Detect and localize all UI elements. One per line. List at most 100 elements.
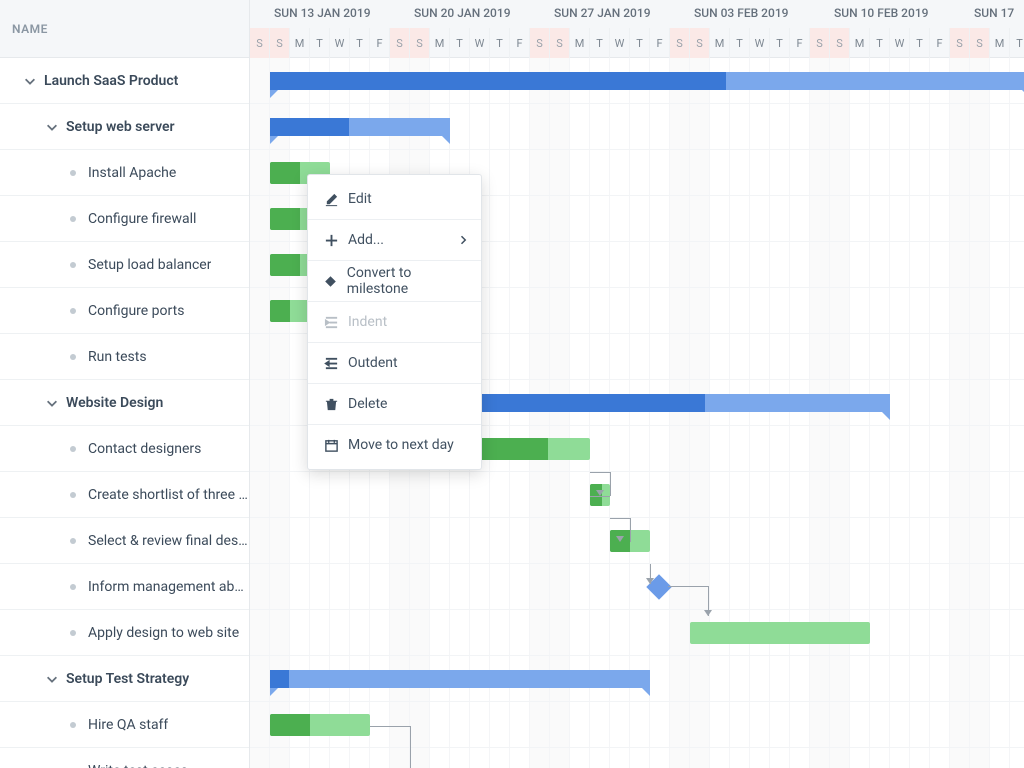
menu-item-convert-to-milestone[interactable]: Convert to milestone (308, 261, 481, 301)
menu-item-label: Delete (348, 396, 387, 412)
context-menu[interactable]: Edit Add... Convert to milestoneIndent Outd… (307, 174, 482, 470)
task-row[interactable]: Inform management about decision (0, 564, 249, 610)
task-row[interactable]: Create shortlist of three designers (0, 472, 249, 518)
bullet-icon (70, 722, 76, 728)
gantt-app: NAME Launch SaaS Product Setup web server… (0, 0, 1024, 768)
plus-icon (320, 233, 342, 248)
bullet-icon (70, 538, 76, 544)
menu-item-outdent[interactable]: Outdent (308, 343, 481, 383)
progress-fill (270, 72, 726, 90)
day-header-cell: T (870, 28, 890, 58)
progress-fill (270, 670, 289, 688)
day-header-cell: S (410, 28, 430, 58)
chevron-down-icon[interactable] (42, 117, 62, 137)
week-label: SUN 17 (974, 6, 1014, 20)
week-label: SUN 03 FEB 2019 (694, 6, 788, 20)
task-name-label: Inform management about decision (88, 579, 249, 595)
progress-fill (450, 394, 705, 412)
task-row[interactable]: Write test cases (0, 748, 249, 768)
task-name-label: Configure ports (88, 303, 184, 319)
task-row[interactable]: Hire QA staff (0, 702, 249, 748)
chevron-down-icon[interactable] (42, 393, 62, 413)
menu-item-label: Move to next day (348, 437, 454, 453)
menu-item-add[interactable]: Add... (308, 220, 481, 260)
menu-item-label: Add... (348, 232, 384, 248)
indent-icon (320, 315, 342, 330)
summary-bar[interactable] (450, 394, 890, 412)
chevron-down-icon[interactable] (20, 71, 40, 91)
chevron-down-icon[interactable] (42, 669, 62, 689)
task-name-label: Setup web server (66, 119, 175, 135)
day-header-cell: T (350, 28, 370, 58)
progress-fill (270, 714, 310, 736)
task-group-row[interactable]: Launch SaaS Product (0, 58, 249, 104)
task-bar[interactable] (590, 484, 610, 506)
task-row[interactable]: Configure firewall (0, 196, 249, 242)
task-name-label: Install Apache (88, 165, 176, 181)
task-group-row[interactable]: Website Design (0, 380, 249, 426)
summary-bar[interactable] (270, 670, 650, 688)
task-row[interactable]: Configure ports (0, 288, 249, 334)
timeline-panel[interactable]: SUN 13 JAN 2019SUN 20 JAN 2019SUN 27 JAN… (250, 0, 1024, 768)
timeline-header: SUN 13 JAN 2019SUN 20 JAN 2019SUN 27 JAN… (250, 0, 1024, 58)
menu-item-indent: Indent (308, 302, 481, 342)
progress-fill (270, 208, 300, 230)
bullet-icon (70, 216, 76, 222)
day-header-cell: M (710, 28, 730, 58)
trash-icon (320, 397, 342, 412)
week-label: SUN 10 FEB 2019 (834, 6, 928, 20)
progress-fill (270, 162, 300, 184)
bullet-icon (70, 354, 76, 360)
progress-fill (590, 484, 602, 506)
menu-item-move-to-next-day[interactable]: Move to next day (308, 425, 481, 465)
menu-item-delete[interactable]: Delete (308, 384, 481, 424)
day-header-cell: S (250, 28, 270, 58)
day-header-cell: T (490, 28, 510, 58)
task-row[interactable]: Run tests (0, 334, 249, 380)
milestone-marker[interactable] (646, 574, 671, 599)
day-header-cell: M (290, 28, 310, 58)
day-header-cell: W (470, 28, 490, 58)
task-row[interactable]: Select & review final design (0, 518, 249, 564)
day-header-cell: F (650, 28, 670, 58)
day-header-cell: T (450, 28, 470, 58)
progress-fill (270, 118, 349, 136)
diamond-icon (320, 274, 341, 289)
task-name-label: Select & review final design (88, 533, 249, 549)
name-column-label: NAME (12, 22, 48, 36)
task-bar[interactable] (690, 622, 870, 644)
day-header-cell: F (370, 28, 390, 58)
day-header-cell: S (550, 28, 570, 58)
task-name-label: Create shortlist of three designers (88, 487, 249, 503)
summary-bar[interactable] (270, 72, 1024, 90)
task-bar[interactable] (270, 300, 310, 322)
name-column-header[interactable]: NAME (0, 0, 249, 58)
progress-fill (610, 530, 630, 552)
week-label: SUN 20 JAN 2019 (414, 6, 511, 20)
task-row[interactable]: Install Apache (0, 150, 249, 196)
day-header-cell: S (690, 28, 710, 58)
menu-item-edit[interactable]: Edit (308, 179, 481, 219)
task-group-row[interactable]: Setup web server (0, 104, 249, 150)
menu-item-label: Edit (348, 191, 372, 207)
day-header-cell: M (990, 28, 1010, 58)
task-bar[interactable] (270, 714, 370, 736)
day-header-cell: T (630, 28, 650, 58)
day-header-cell: T (910, 28, 930, 58)
task-row[interactable]: Apply design to web site (0, 610, 249, 656)
task-bar[interactable] (610, 530, 650, 552)
menu-item-label: Outdent (348, 355, 398, 371)
summary-bar[interactable] (270, 118, 450, 136)
task-row[interactable]: Contact designers (0, 426, 249, 472)
task-name-column: NAME Launch SaaS Product Setup web server… (0, 0, 250, 768)
bullet-icon (70, 630, 76, 636)
day-header-cell: T (730, 28, 750, 58)
task-row[interactable]: Setup load balancer (0, 242, 249, 288)
task-group-row[interactable]: Setup Test Strategy (0, 656, 249, 702)
day-header-cell: S (670, 28, 690, 58)
progress-fill (270, 254, 300, 276)
day-header-cell: M (570, 28, 590, 58)
day-header-cell: S (810, 28, 830, 58)
task-name-label: Hire QA staff (88, 717, 168, 733)
day-header-cell: S (390, 28, 410, 58)
